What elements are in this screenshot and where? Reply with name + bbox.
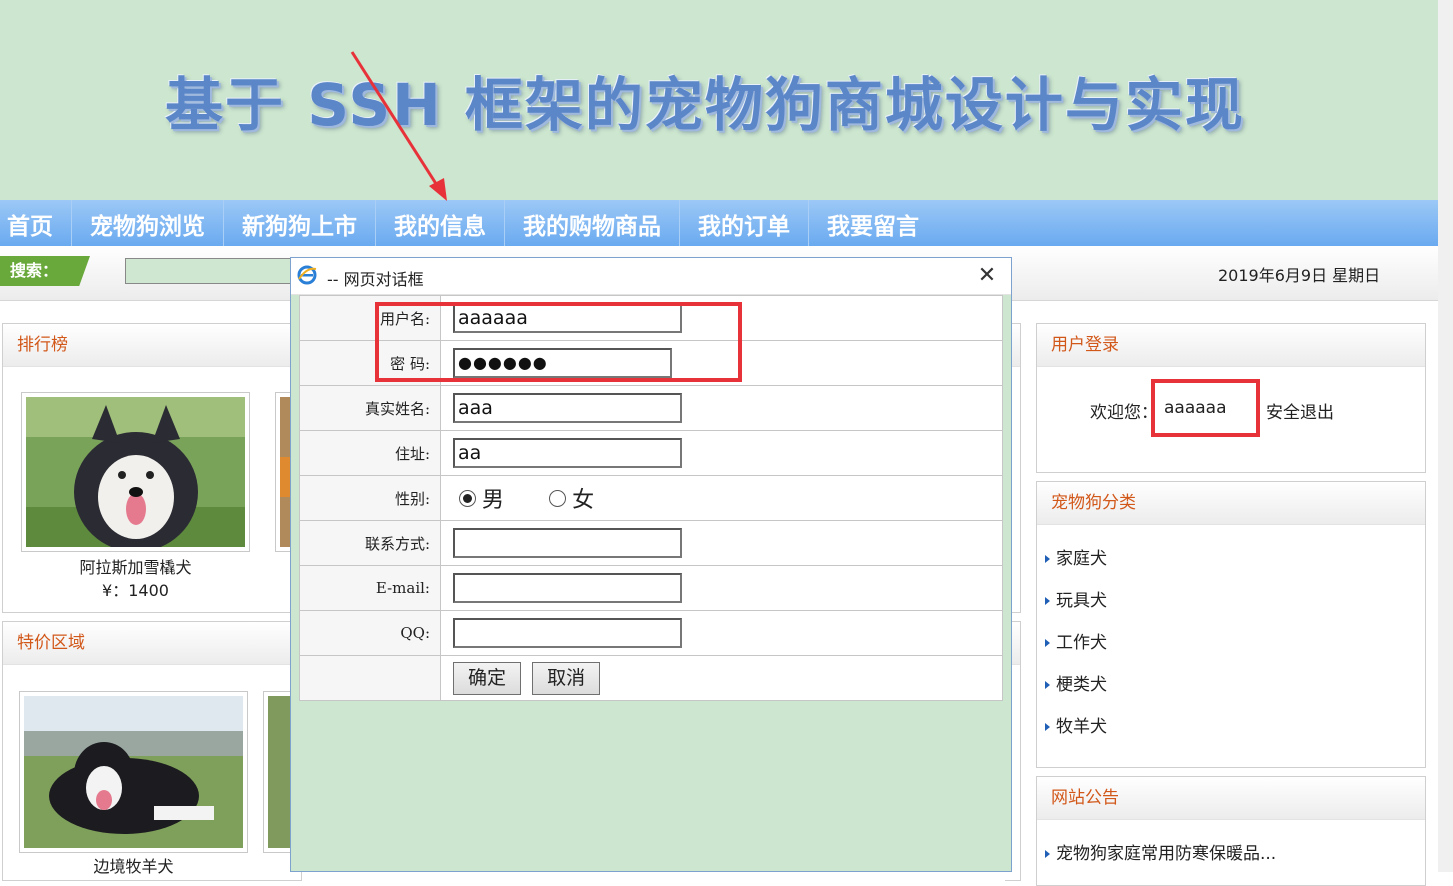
category-family[interactable]: 家庭犬: [1045, 544, 1107, 569]
nav-leave-message[interactable]: 我要留言: [809, 200, 937, 246]
page-scrollbar[interactable]: [1438, 0, 1453, 872]
address-field[interactable]: aa: [453, 438, 682, 468]
category-terrier-label: 梗类犬: [1056, 675, 1107, 695]
form-row-qq: QQ:: [299, 610, 1003, 656]
close-icon[interactable]: ✕: [973, 262, 1001, 290]
address-label: 住址:: [299, 430, 441, 476]
category-title: 宠物狗分类: [1037, 482, 1425, 525]
form-row-realname: 真实姓名: aaa: [299, 385, 1003, 431]
contact-label: 联系方式:: [299, 520, 441, 566]
ranking-title: 排行榜: [3, 324, 301, 367]
nav-home[interactable]: 首页: [0, 200, 72, 246]
form-row-actions: 确定 取消: [299, 655, 1003, 701]
nav-my-orders[interactable]: 我的订单: [680, 200, 809, 246]
nav-my-cart[interactable]: 我的购物商品: [505, 200, 680, 246]
dog-name-border-collie[interactable]: 边境牧羊犬: [19, 853, 248, 877]
gender-male-label: 男: [482, 488, 505, 513]
dog-card-border-collie[interactable]: [19, 691, 248, 853]
ie-icon: [297, 265, 317, 285]
current-date: 2019年6月9日 星期日: [1218, 266, 1381, 285]
special-title: 特价区域: [3, 622, 301, 665]
contact-field[interactable]: [453, 528, 682, 558]
email-label: E-mail:: [299, 565, 441, 611]
notice-title: 网站公告: [1037, 777, 1425, 820]
category-herding[interactable]: 牧羊犬: [1045, 712, 1107, 737]
category-toy[interactable]: 玩具犬: [1045, 586, 1107, 611]
realname-label: 真实姓名:: [299, 385, 441, 431]
dialog-titlebar[interactable]: -- 网页对话框 ✕: [291, 258, 1011, 295]
dog-card-alaskan[interactable]: [21, 392, 250, 552]
notice-item-label: 宠物狗家庭常用防寒保暖品...: [1056, 844, 1277, 864]
actions-empty-cell: [299, 655, 441, 701]
category-toy-label: 玩具犬: [1056, 591, 1107, 611]
dog-name-alaskan[interactable]: 阿拉斯加雪橇犬: [21, 554, 250, 578]
form-row-email: E-mail:: [299, 565, 1003, 611]
category-working[interactable]: 工作犬: [1045, 628, 1107, 653]
special-panel: 特价区域 边境牧羊犬: [2, 621, 303, 881]
nav-new-arrivals[interactable]: 新狗狗上市: [224, 200, 376, 246]
notice-item[interactable]: 宠物狗家庭常用防寒保暖品...: [1045, 839, 1276, 864]
logout-link[interactable]: 安全退出: [1266, 398, 1334, 423]
site-title: 基于 SSH 框架的宠物狗商城设计与实现: [165, 71, 1245, 139]
highlight-box-credentials: [375, 302, 742, 382]
gender-female-label: 女: [572, 488, 595, 513]
form-row-gender: 性别: 男 女: [299, 475, 1003, 521]
login-title: 用户登录: [1037, 324, 1425, 367]
ranking-panel: 排行榜 阿拉斯加雪橇犬 ¥：1400: [2, 323, 315, 613]
gender-male-radio[interactable]: [459, 489, 476, 507]
nav-my-info[interactable]: 我的信息: [376, 200, 505, 246]
nav-browse[interactable]: 宠物狗浏览: [72, 200, 224, 246]
category-working-label: 工作犬: [1056, 633, 1107, 653]
border-collie-photo: [24, 696, 243, 848]
site-banner: 基于 SSH 框架的宠物狗商城设计与实现: [0, 0, 1438, 200]
alaskan-malamute-photo: [26, 397, 245, 552]
email-field[interactable]: [453, 573, 682, 603]
dog-price-alaskan: ¥：1400: [102, 581, 169, 600]
form-row-contact: 联系方式:: [299, 520, 1003, 566]
dialog-title: -- 网页对话框: [327, 270, 424, 289]
category-panel: 宠物狗分类 家庭犬 玩具犬 工作犬 梗类犬 牧羊犬: [1036, 481, 1426, 768]
realname-field[interactable]: aaa: [453, 393, 682, 423]
gender-label: 性别:: [299, 475, 441, 521]
gender-female-radio[interactable]: [549, 489, 567, 507]
highlight-box-username: [1151, 379, 1260, 437]
category-herding-label: 牧羊犬: [1056, 717, 1107, 737]
category-family-label: 家庭犬: [1056, 549, 1107, 569]
cancel-button[interactable]: 取消: [532, 661, 601, 695]
form-row-address: 住址: aa: [299, 430, 1003, 476]
confirm-button[interactable]: 确定: [453, 661, 522, 695]
qq-field[interactable]: [453, 618, 682, 648]
category-terrier[interactable]: 梗类犬: [1045, 670, 1107, 695]
main-nav: 首页 宠物狗浏览 新狗狗上市 我的信息 我的购物商品 我的订单 我要留言: [0, 200, 1438, 246]
qq-label: QQ:: [299, 610, 441, 656]
notice-panel: 网站公告 宠物狗家庭常用防寒保暖品...: [1036, 776, 1426, 886]
welcome-text: 欢迎您：: [1090, 403, 1158, 423]
search-input[interactable]: [125, 258, 300, 284]
search-label: 搜索：: [0, 256, 90, 286]
